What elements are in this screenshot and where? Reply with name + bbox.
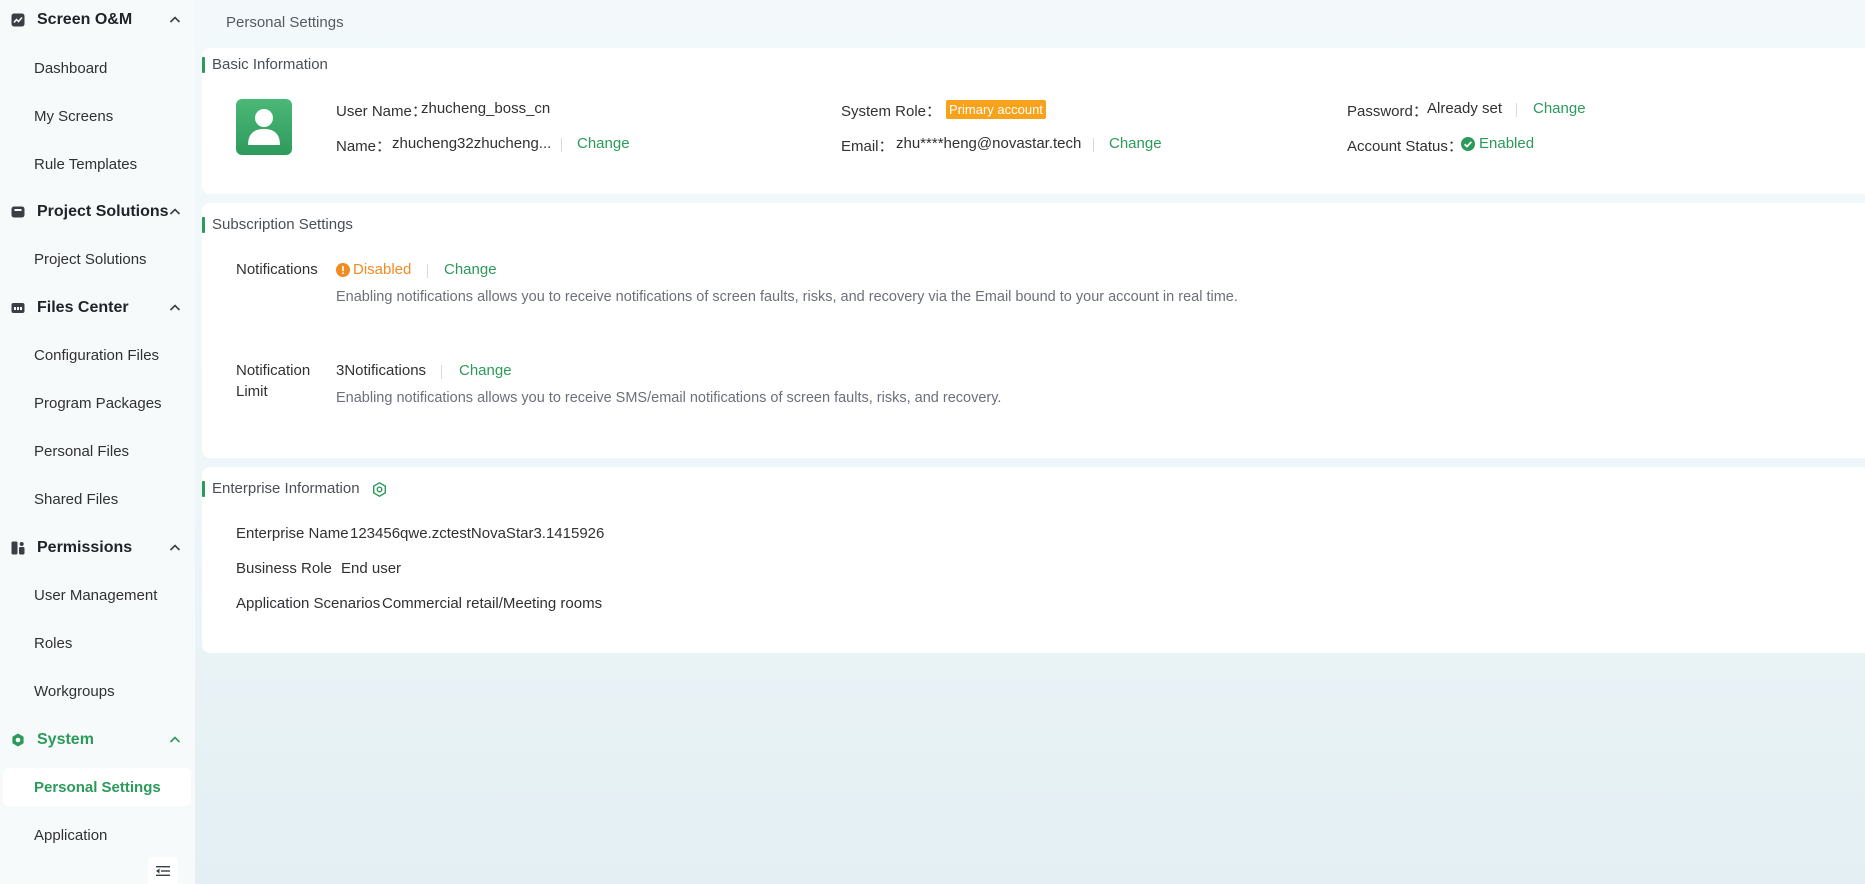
notification-limit-change-link[interactable]: Change	[459, 362, 512, 379]
sidebar-item-project-solutions[interactable]: Project Solutions	[3, 240, 191, 278]
sidebar-item-application[interactable]: Application	[3, 816, 191, 854]
sidebar-item-my-screens[interactable]: My Screens	[3, 97, 191, 135]
sidebar-group-label: System	[37, 731, 94, 748]
sidebar-item-personal-files[interactable]: Personal Files	[3, 432, 191, 470]
application-scenarios-value: Commercial retail/Meeting rooms	[382, 595, 603, 612]
password-label: Password：	[1347, 103, 1428, 120]
sidebar-item-workgroups[interactable]: Workgroups	[3, 672, 191, 710]
sidebar-group-permissions[interactable]: Permissions	[0, 528, 195, 568]
divider	[427, 264, 428, 278]
notification-limit-label-line2: Limit	[236, 383, 268, 400]
sidebar-item-dashboard[interactable]: Dashboard	[3, 49, 191, 87]
account-status-value: Enabled	[1479, 135, 1535, 152]
sidebar-item-user-management[interactable]: User Management	[3, 576, 191, 614]
divider	[561, 138, 562, 152]
name-change-link[interactable]: Change	[577, 135, 630, 152]
divider	[441, 365, 442, 379]
notification-limit-label-line1: Notification	[236, 362, 311, 379]
notifications-status: Disabled	[353, 261, 412, 278]
briefcase-icon	[10, 204, 26, 220]
divider	[1093, 138, 1094, 152]
primary-account-badge: Primary account	[946, 100, 1046, 119]
warning-circle-icon	[336, 263, 350, 277]
basic-info-card	[202, 48, 1865, 194]
sidebar-group-files-center[interactable]: Files Center	[0, 288, 195, 328]
divider	[1516, 103, 1517, 117]
account-status-label: Account Status：	[1347, 138, 1463, 155]
user-name-label: User Name：	[336, 103, 427, 120]
enterprise-name-label: Enterprise Name	[236, 525, 349, 542]
permissions-icon	[10, 540, 26, 556]
sidebar-group-label: Screen O&M	[37, 11, 133, 28]
sidebar-group-system[interactable]: System	[0, 720, 195, 760]
chevron-up-icon[interactable]	[168, 733, 182, 747]
sidebar: Screen O&M Dashboard My Screens Rule Tem…	[0, 0, 195, 884]
chevron-up-icon[interactable]	[168, 301, 182, 315]
breadcrumb: Personal Settings	[226, 14, 344, 31]
settings-gear-icon[interactable]	[372, 482, 387, 497]
business-role-label: Business Role	[236, 560, 332, 577]
name-label: Name：	[336, 138, 392, 155]
sidebar-item-configuration-files[interactable]: Configuration Files	[3, 336, 191, 374]
password-change-link[interactable]: Change	[1533, 100, 1586, 117]
enterprise-name-value: 123456qwe.zctestNovaStar3.1415926	[350, 525, 605, 542]
name-value: zhucheng32zhucheng...	[392, 135, 552, 152]
system-role-label: System Role：	[841, 103, 942, 120]
system-gear-icon	[10, 732, 26, 748]
folder-icon	[10, 300, 26, 316]
user-avatar-icon	[248, 109, 280, 145]
collapse-menu-icon	[156, 865, 170, 876]
notification-limit-value: 3Notifications	[336, 362, 427, 379]
email-change-link[interactable]: Change	[1109, 135, 1162, 152]
chevron-up-icon[interactable]	[168, 13, 182, 27]
basic-info-title: Basic Information	[202, 56, 328, 73]
subscription-card	[202, 203, 1865, 458]
check-circle-icon	[1461, 137, 1475, 151]
notifications-label: Notifications	[236, 261, 318, 278]
email-label: Email：	[841, 138, 894, 155]
chevron-up-icon[interactable]	[168, 205, 182, 219]
sidebar-item-rule-templates[interactable]: Rule Templates	[3, 145, 191, 183]
subscription-title: Subscription Settings	[202, 216, 353, 233]
password-value: Already set	[1427, 100, 1503, 117]
sidebar-item-roles[interactable]: Roles	[3, 624, 191, 662]
sidebar-item-program-packages[interactable]: Program Packages	[3, 384, 191, 422]
sidebar-item-shared-files[interactable]: Shared Files	[3, 480, 191, 518]
notification-limit-description: Enabling notifications allows you to rec…	[336, 390, 1002, 406]
sidebar-item-personal-settings[interactable]: Personal Settings	[3, 768, 191, 806]
application-scenarios-label: Application Scenarios	[236, 595, 381, 612]
chevron-up-icon[interactable]	[168, 541, 182, 555]
user-name-value: zhucheng_boss_cn	[421, 100, 551, 117]
sidebar-group-label: Project Solutions	[37, 203, 169, 220]
enterprise-title: Enterprise Information	[202, 480, 360, 497]
sidebar-group-project-solutions[interactable]: Project Solutions	[0, 192, 195, 232]
sidebar-group-screen-om[interactable]: Screen O&M	[0, 0, 195, 40]
notifications-change-link[interactable]: Change	[444, 261, 497, 278]
enterprise-card	[202, 467, 1865, 653]
notifications-description: Enabling notifications allows you to rec…	[336, 289, 1238, 305]
sidebar-group-label: Permissions	[37, 539, 133, 556]
business-role-value: End user	[341, 560, 402, 577]
avatar	[236, 99, 292, 155]
chart-line-icon	[10, 12, 26, 28]
sidebar-group-label: Files Center	[37, 299, 129, 316]
email-value: zhu****heng@novastar.tech	[896, 135, 1082, 152]
collapse-sidebar-button[interactable]	[148, 857, 178, 884]
